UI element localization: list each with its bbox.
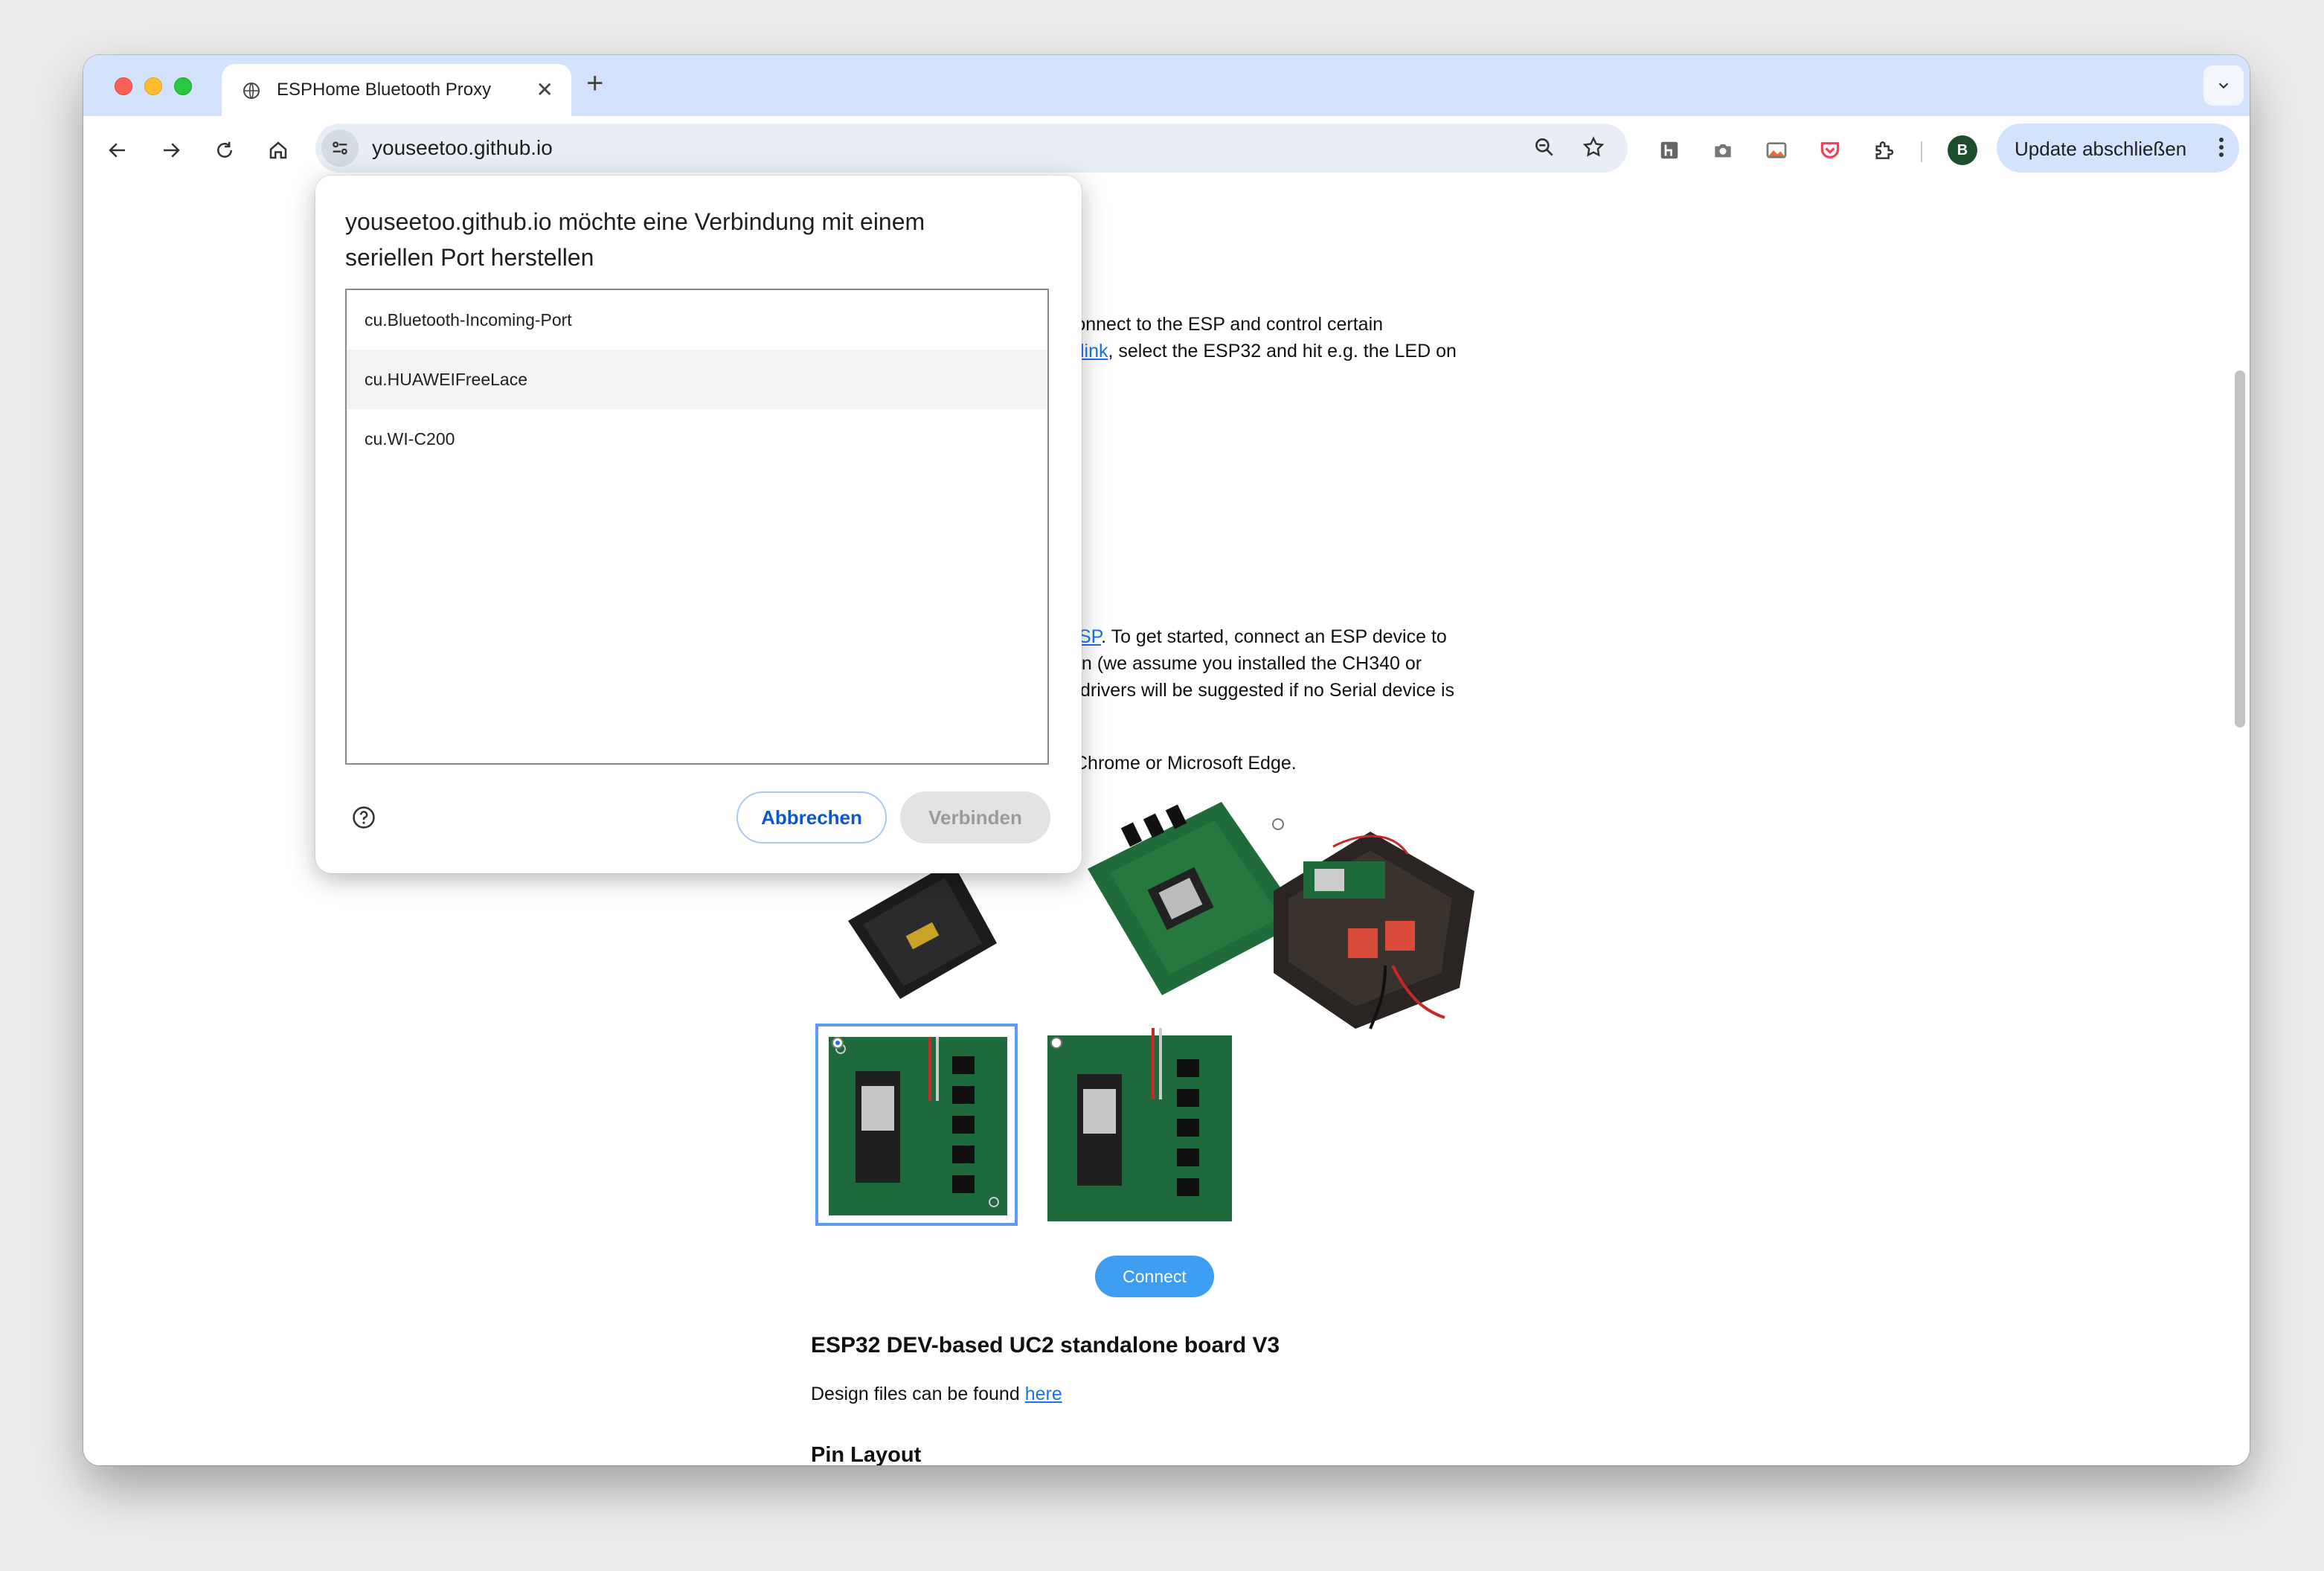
zoom-window-button[interactable]	[174, 77, 192, 95]
design-files-text: Design files can be found here	[811, 1384, 1062, 1404]
new-tab-button[interactable]: +	[586, 68, 603, 98]
reload-icon	[217, 141, 232, 158]
back-button[interactable]	[100, 132, 135, 168]
board-image-4-selected[interactable]	[815, 1024, 1018, 1226]
tab-search-button[interactable]	[2203, 65, 2244, 106]
picture-extension-icon[interactable]	[1762, 135, 1791, 165]
toolbar-separator	[1921, 141, 1922, 162]
intro-line-2: link, select the ESP32 and hit e.g. the …	[1080, 341, 1457, 362]
setup-line-1: SP. To get started, connect an ESP devic…	[1079, 626, 1447, 647]
cancel-button[interactable]: Abbrechen	[736, 791, 887, 844]
design-files-link[interactable]: here	[1025, 1384, 1062, 1404]
bookmark-star-icon[interactable]	[1582, 135, 1605, 163]
tune-icon	[333, 141, 347, 155]
board-image-3[interactable]	[1259, 817, 1482, 1032]
zoom-icon[interactable]	[1532, 135, 1556, 163]
extension-h-icon[interactable]	[1654, 135, 1684, 165]
board-radio-5[interactable]	[1050, 1037, 1062, 1049]
dialog-title: youseetoo.github.io möchte eine Verbindu…	[345, 208, 925, 271]
help-icon[interactable]	[351, 805, 376, 834]
url-text: youseetoo.github.io	[372, 136, 553, 159]
arrow-right-icon	[164, 143, 180, 158]
browser-window: ESPHome Bluetooth Proxy ✕ + youseetoo.gi…	[83, 55, 2250, 1465]
address-bar[interactable]: youseetoo.github.io	[315, 123, 1628, 173]
arrow-left-icon	[109, 143, 125, 158]
home-button[interactable]	[260, 132, 296, 168]
pocket-icon[interactable]	[1815, 135, 1845, 165]
forward-button[interactable]	[153, 132, 189, 168]
extensions-puzzle-icon[interactable]	[1869, 135, 1898, 165]
tab-title: ESPHome Bluetooth Proxy	[277, 80, 492, 100]
setup-line-3: drivers will be suggested if no Serial d…	[1080, 680, 1455, 701]
board-image-5[interactable]	[1044, 1025, 1235, 1224]
board-radio-4[interactable]	[832, 1037, 844, 1049]
intro-link[interactable]: link	[1080, 341, 1108, 362]
more-vert-icon[interactable]	[2217, 134, 2226, 164]
page-scrollbar[interactable]	[2235, 370, 2245, 727]
site-info-button[interactable]	[321, 129, 359, 167]
browser-note: Chrome or Microsoft Edge.	[1074, 753, 1297, 774]
port-item-highlighted[interactable]: cu.HUAWEIFreeLace	[347, 350, 1047, 409]
home-icon	[269, 141, 287, 159]
camera-icon[interactable]	[1708, 135, 1738, 165]
update-button[interactable]: Update abschließen	[1997, 123, 2239, 173]
connect-button[interactable]: Connect	[1095, 1256, 1214, 1297]
setup-line-2: on (we assume you installed the CH340 or	[1071, 653, 1422, 674]
serial-port-dialog: youseetoo.github.io möchte eine Verbindu…	[315, 176, 1082, 873]
tab-esphome[interactable]: ESPHome Bluetooth Proxy ✕	[222, 64, 571, 116]
port-item[interactable]: cu.WI-C200	[347, 409, 1047, 469]
pin-layout-heading: Pin Layout	[811, 1443, 922, 1465]
port-item[interactable]: cu.Bluetooth-Incoming-Port	[347, 290, 1047, 350]
minimize-window-button[interactable]	[144, 77, 162, 95]
update-label: Update abschließen	[2015, 138, 2187, 160]
tab-strip: ESPHome Bluetooth Proxy ✕ +	[83, 55, 2250, 116]
board-heading: ESP32 DEV-based UC2 standalone board V3	[811, 1333, 1280, 1358]
close-window-button[interactable]	[115, 77, 132, 95]
intro-line-1: o connect to the ESP and control certain	[1050, 314, 1384, 335]
chevron-down-icon	[2218, 83, 2229, 89]
connect-port-button[interactable]: Verbinden	[900, 791, 1050, 844]
reload-button[interactable]	[207, 132, 243, 168]
profile-avatar[interactable]: B	[1948, 135, 1977, 165]
esp-link[interactable]: SP	[1079, 626, 1101, 647]
tab-close-icon[interactable]: ✕	[536, 77, 553, 102]
port-list[interactable]: cu.Bluetooth-Incoming-Port cu.HUAWEIFree…	[345, 289, 1049, 765]
globe-icon	[243, 82, 260, 103]
